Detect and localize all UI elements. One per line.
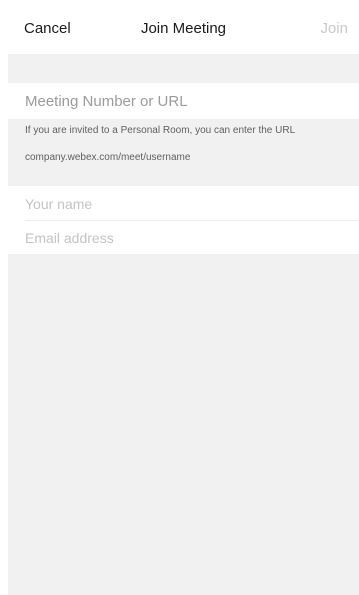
section-spacer	[8, 54, 359, 83]
cancel-button[interactable]: Cancel	[24, 20, 71, 37]
join-button[interactable]: Join	[320, 20, 348, 37]
join-meeting-screen: Cancel Join Meeting Join If you are invi…	[8, 0, 359, 595]
hint-url-example: company.webex.com/meet/username	[25, 152, 191, 163]
navigation-bar: Cancel Join Meeting Join	[8, 0, 359, 54]
meeting-number-input[interactable]	[8, 83, 359, 119]
hint-text: If you are invited to a Personal Room, y…	[25, 125, 296, 136]
email-address-input[interactable]	[8, 221, 359, 254]
your-name-input[interactable]	[8, 187, 359, 220]
empty-background	[8, 254, 359, 595]
personal-room-hint: If you are invited to a Personal Room, y…	[8, 119, 359, 186]
